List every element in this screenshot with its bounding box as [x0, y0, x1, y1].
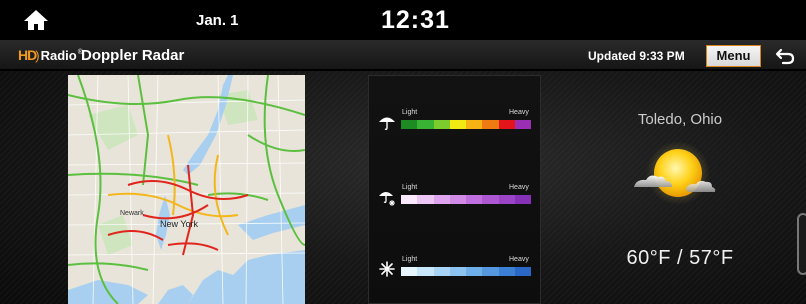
legend-color-bar [401, 195, 531, 204]
home-icon [24, 10, 48, 30]
hd-radio-logo: HD ) Radio ® [18, 45, 83, 65]
legend-swatch [401, 195, 418, 204]
legend-light-label: Light [402, 256, 418, 263]
umbrella-snow-icon [379, 192, 395, 206]
status-bar: Jan. 1 12:31 [0, 0, 806, 40]
legend-light-label: Light [402, 109, 418, 116]
logo-radio: Radio [40, 47, 77, 63]
legend-swatch [498, 195, 515, 204]
legend-swatch [482, 120, 499, 129]
menu-button[interactable]: Menu [706, 45, 761, 67]
back-arrow-icon [775, 48, 795, 65]
page-title: Doppler Radar [81, 47, 185, 64]
back-button[interactable] [774, 47, 796, 65]
legend-swatch [433, 120, 450, 129]
legend-heavy-label: Heavy [509, 184, 529, 191]
legend-swatch [433, 267, 450, 276]
legend-light-label: Light [402, 184, 418, 191]
umbrella-icon [379, 117, 395, 131]
main-content: New York Newark Light Heavy Light Heavy [0, 71, 806, 304]
temperature-high-low: 60°F / 57°F [626, 247, 734, 269]
legend-swatch [401, 267, 418, 276]
map-label-new-york: New York [160, 219, 199, 229]
snowflake-icon [379, 261, 395, 277]
legend-swatch [514, 267, 531, 276]
legend-swatch [417, 195, 434, 204]
legend-swatch [466, 267, 483, 276]
legend-row-rain: Light Heavy [369, 101, 542, 141]
legend-row-snow: Light Heavy [369, 248, 542, 288]
legend-swatch [466, 195, 483, 204]
logo-hd: HD [18, 47, 37, 63]
legend-swatch [514, 120, 531, 129]
legend-color-bar [401, 267, 531, 276]
legend-swatch [417, 267, 434, 276]
legend-swatch [449, 195, 466, 204]
clock: 12:31 [381, 6, 450, 34]
date: Jan. 1 [196, 12, 239, 29]
broadcast-arc-icon: ) [35, 47, 40, 63]
legend-heavy-label: Heavy [509, 109, 529, 116]
legend-swatch [401, 120, 418, 129]
legend-swatch [498, 120, 515, 129]
legend-color-bar [401, 120, 531, 129]
legend-swatch [449, 267, 466, 276]
legend-heavy-label: Heavy [509, 256, 529, 263]
legend-swatch [417, 120, 434, 129]
header: HD ) Radio ® Doppler Radar Updated 9:33 … [0, 40, 806, 70]
legend-swatch [514, 195, 531, 204]
map-label-newark: Newark [120, 210, 144, 217]
legend-swatch [433, 195, 450, 204]
legend-swatch [466, 120, 483, 129]
side-panel-handle[interactable] [797, 213, 806, 275]
legend-swatch [482, 195, 499, 204]
legend-swatch [498, 267, 515, 276]
partly-cloudy-icon [634, 141, 716, 205]
home-button[interactable] [22, 8, 50, 32]
legend-row-mix: Light Heavy [369, 176, 542, 216]
legend-swatch [449, 120, 466, 129]
weather-panel: Toledo, Ohio 60°F / 57°F [590, 71, 770, 304]
precipitation-legend: Light Heavy Light Heavy Light Heavy [368, 75, 541, 304]
legend-swatch [482, 267, 499, 276]
map-graphic: New York Newark [68, 75, 305, 304]
city-name: Toledo, Ohio [637, 111, 723, 128]
radar-map[interactable]: New York Newark [68, 75, 305, 304]
updated-time: Updated 9:33 PM [588, 49, 685, 63]
